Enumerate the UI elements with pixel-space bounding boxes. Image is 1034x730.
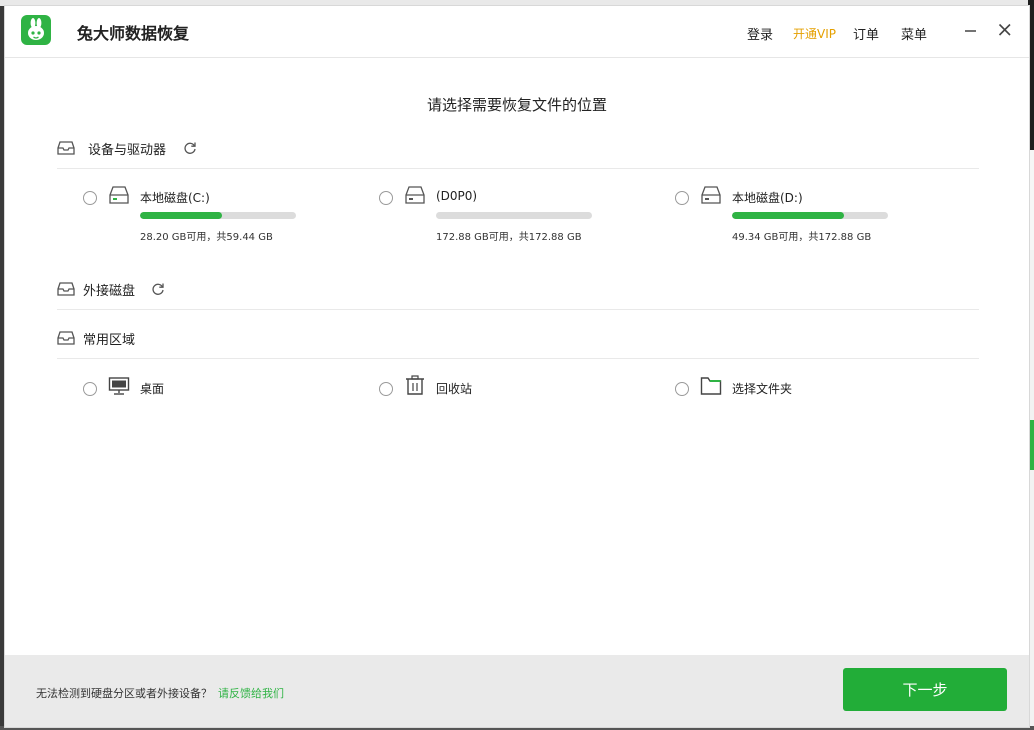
hard-drive-icon: [701, 186, 721, 204]
drive-name: 本地磁盘(D:): [732, 191, 803, 205]
section-external-label: 外接磁盘: [83, 284, 136, 299]
close-icon: [998, 23, 1011, 36]
area-radio-desktop[interactable]: [83, 382, 97, 396]
hard-drive-icon: [109, 186, 129, 204]
folder-icon: [700, 377, 722, 395]
rabbit-logo-icon: [21, 15, 51, 45]
drive-name: 本地磁盘(C:): [140, 191, 210, 205]
section-devices-label: 设备与驱动器: [88, 143, 167, 158]
orders-link[interactable]: 订单: [853, 24, 879, 43]
drive-usage-bar: [436, 212, 592, 219]
drive-name: (D0P0): [436, 189, 478, 203]
area-label: 桌面: [140, 382, 165, 396]
drive-size: 172.88 GB可用，共172.88 GB: [436, 232, 582, 243]
drive-usage-bar: [140, 212, 296, 219]
area-label: 选择文件夹: [732, 382, 793, 396]
refresh-devices-icon[interactable]: [183, 141, 197, 155]
monitor-icon: [108, 377, 130, 395]
minimize-button[interactable]: [960, 19, 982, 41]
next-step-button[interactable]: 下一步: [843, 668, 1007, 711]
drive-size: 28.20 GB可用，共59.44 GB: [140, 232, 273, 243]
app-title: 兔大师数据恢复: [77, 24, 190, 43]
vip-link[interactable]: 开通VIP: [793, 25, 836, 42]
area-label: 回收站: [436, 382, 473, 396]
section-devices: 设备与驱动器: [57, 140, 979, 169]
drive-usage-fill: [140, 212, 223, 219]
drive-usage-fill: [732, 212, 844, 219]
footer-hint: 无法检测到硬盘分区或者外接设备？: [36, 687, 212, 700]
section-common-label: 常用区域: [83, 333, 136, 348]
area-radio-recycle-bin[interactable]: [379, 382, 393, 396]
refresh-external-icon[interactable]: [151, 282, 165, 296]
recycle-bin-icon: [406, 375, 424, 395]
minimize-icon: [965, 30, 976, 32]
tray-icon: [57, 141, 75, 155]
title-bar: 兔大师数据恢复 登录 开通VIP 订单 菜单: [5, 6, 1029, 58]
menu-link[interactable]: 菜单: [901, 24, 927, 43]
section-common: 常用区域: [57, 330, 979, 359]
app-window: 兔大师数据恢复 登录 开通VIP 订单 菜单 请选择需要恢复文件的位置 设备与驱…: [5, 6, 1029, 727]
footer-bar: 无法检测到硬盘分区或者外接设备？ 请反馈给我们 下一步: [5, 655, 1029, 727]
drive-usage-bar: [732, 212, 888, 219]
close-button[interactable]: [994, 19, 1016, 41]
tray-icon: [57, 282, 75, 296]
hard-drive-icon: [405, 186, 425, 204]
drive-size: 49.34 GB可用，共172.88 GB: [732, 232, 872, 243]
page-title: 请选择需要恢复文件的位置: [426, 96, 607, 114]
area-radio-folder[interactable]: [675, 382, 689, 396]
login-link[interactable]: 登录: [747, 24, 773, 43]
drive-radio-d[interactable]: [675, 191, 689, 205]
drive-radio-d0p0[interactable]: [379, 191, 393, 205]
drive-radio-c[interactable]: [83, 191, 97, 205]
section-external: 外接磁盘: [57, 281, 979, 310]
feedback-link[interactable]: 请反馈给我们: [218, 685, 284, 701]
tray-icon: [57, 331, 75, 345]
